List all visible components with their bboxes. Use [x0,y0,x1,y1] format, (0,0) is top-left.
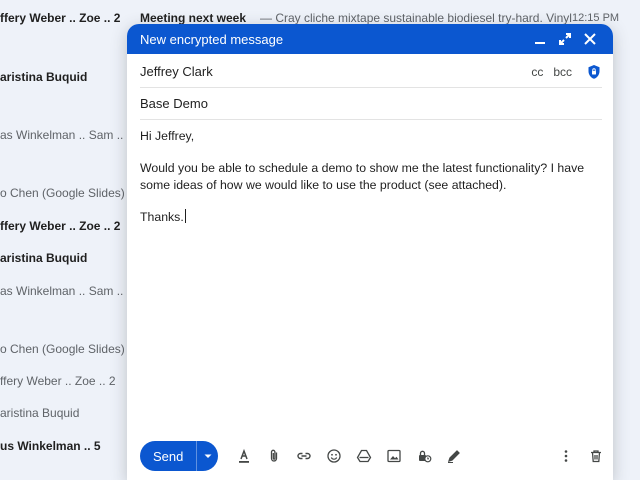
body-greeting: Hi Jeffrey, [140,129,195,143]
attach-icon[interactable] [263,445,285,467]
photo-icon[interactable] [383,445,405,467]
signature-icon[interactable] [443,445,465,467]
inbox-sender: aristina Buquid [0,251,88,265]
send-button[interactable]: Send [140,441,218,471]
expand-icon[interactable] [554,28,576,50]
inbox-sender: o Chen (Google Slides) [0,186,125,200]
subject-value[interactable]: Base Demo [140,96,208,111]
inbox-sender: as Winkelman .. Sam .. 5 [0,284,134,298]
close-icon[interactable] [579,28,601,50]
inbox-sender: ffery Weber .. Zoe .. 2 [0,374,116,388]
to-recipient[interactable]: Jeffrey Clark [140,64,521,79]
inbox-sender: ffery Weber .. Zoe .. 2 [0,11,121,25]
more-icon[interactable] [555,445,577,467]
subject-field[interactable]: Base Demo [140,88,602,120]
drive-icon[interactable] [353,445,375,467]
body-closing-line: Thanks. [140,209,602,226]
compose-header: New encrypted message [127,24,613,54]
text-cursor [184,209,186,223]
inbox-sender: as Winkelman .. Sam .. 5 [0,128,134,142]
compose-title: New encrypted message [140,31,284,47]
emoji-icon[interactable] [323,445,345,467]
link-icon[interactable] [293,445,315,467]
shield-icon[interactable] [586,64,602,80]
inbox-sender: aristina Buquid [0,70,88,84]
cc-link[interactable]: cc [531,65,543,79]
dropdown-arrow-icon [204,454,211,458]
format-text-icon[interactable] [233,445,255,467]
trash-icon[interactable] [585,445,607,467]
bcc-link[interactable]: bcc [553,65,572,79]
compose-toolbar: Send [127,432,613,480]
minimize-icon[interactable] [529,28,551,50]
send-options-button[interactable] [196,441,218,471]
send-label: Send [153,448,184,464]
message-body[interactable]: Hi Jeffrey, Would you be able to schedul… [140,128,602,241]
compose-window: New encrypted message Jeffrey Clark cc b… [127,24,613,480]
inbox-sender: ffery Weber .. Zoe .. 2 [0,219,121,233]
to-field[interactable]: Jeffrey Clark cc bcc [140,56,602,88]
inbox-sender: us Winkelman .. 5 [0,439,101,453]
inbox-sender: o Chen (Google Slides) [0,342,125,356]
body-closing: Thanks. [140,210,184,224]
inbox-sender: aristina Buquid [0,406,80,420]
confidential-icon[interactable] [413,445,435,467]
body-paragraph: Would you be able to schedule a demo to … [140,161,585,192]
